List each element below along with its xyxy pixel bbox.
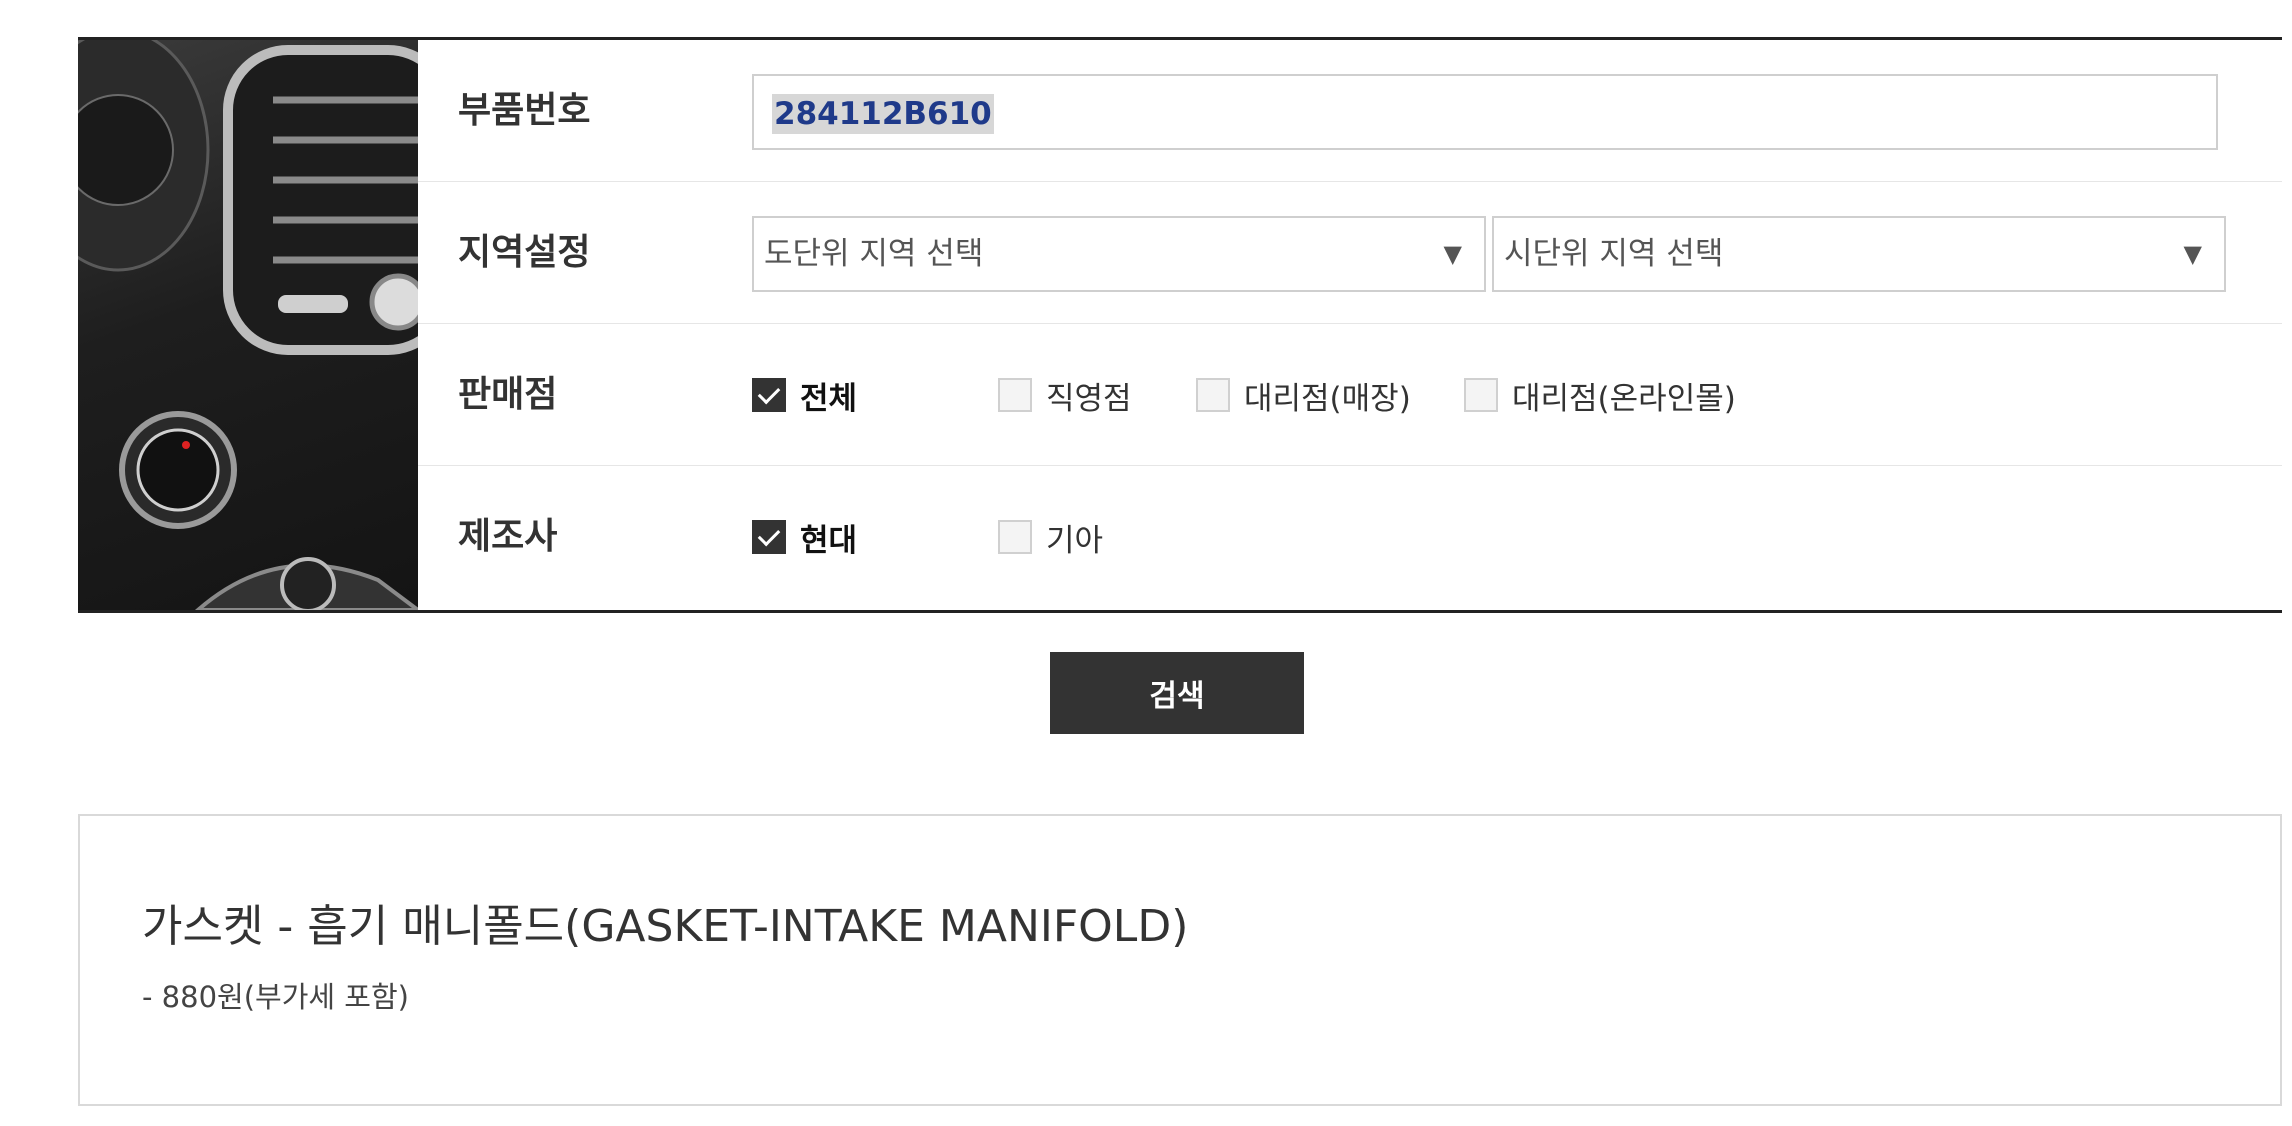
search-button[interactable]: 검색 <box>1050 652 1304 734</box>
dealer-option-label: 전체 <box>800 380 858 417</box>
row-region: 지역설정 도단위 지역 선택 ▼ 시단위 지역 선택 ▼ <box>418 182 2282 324</box>
checkbox-icon[interactable] <box>1464 378 1498 412</box>
manufacturer-option-label: 현대 <box>800 522 858 559</box>
row-part-number: 부품번호 284112B610 <box>418 40 2282 182</box>
checkbox-icon[interactable] <box>998 520 1032 554</box>
manufacturer-option-label: 기아 <box>1046 522 1104 559</box>
parts-search-panel: 부품번호 284112B610 지역설정 도단위 지역 선택 ▼ 시단위 지역 … <box>78 37 2282 613</box>
province-select[interactable]: 도단위 지역 선택 ▼ <box>752 216 1486 292</box>
checkbox-icon[interactable] <box>1196 378 1230 412</box>
dealer-option-label: 대리점(매장) <box>1244 380 1411 417</box>
dealer-option-agency-online[interactable]: 대리점(온라인몰) <box>1464 324 1736 466</box>
part-number-value: 284112B610 <box>772 94 994 134</box>
car-dashboard-illustration <box>78 40 418 610</box>
dealer-label: 판매점 <box>458 374 558 415</box>
part-number-label: 부품번호 <box>458 90 591 131</box>
checkbox-icon[interactable] <box>998 378 1032 412</box>
car-interior-image <box>78 40 418 610</box>
dealer-option-all[interactable]: 전체 <box>752 324 857 466</box>
province-select-value: 도단위 지역 선택 <box>764 236 984 272</box>
city-select-value: 시단위 지역 선택 <box>1504 236 1724 272</box>
row-dealer: 판매점 전체 직영점 대리점(매장) 대리점(온라인몰) <box>418 324 2282 466</box>
checkbox-checked-icon[interactable] <box>752 520 786 554</box>
city-select[interactable]: 시단위 지역 선택 ▼ <box>1492 216 2226 292</box>
checkbox-checked-icon[interactable] <box>752 378 786 412</box>
dealer-option-agency-store[interactable]: 대리점(매장) <box>1196 324 1411 466</box>
manufacturer-option-hyundai[interactable]: 현대 <box>752 466 857 608</box>
dealer-option-label: 직영점 <box>1046 380 1132 417</box>
manufacturer-label: 제조사 <box>458 516 558 557</box>
result-title: 가스켓 - 흡기 매니폴드(GASKET-INTAKE MANIFOLD) <box>142 901 1189 952</box>
result-price: - 880원(부가세 포함) <box>142 980 409 1014</box>
region-label: 지역설정 <box>458 232 591 273</box>
row-manufacturer: 제조사 현대 기아 <box>418 466 2282 608</box>
chevron-down-icon: ▼ <box>2183 240 2202 268</box>
dealer-option-direct[interactable]: 직영점 <box>998 324 1132 466</box>
result-box: 가스켓 - 흡기 매니폴드(GASKET-INTAKE MANIFOLD) - … <box>78 814 2282 1106</box>
manufacturer-option-kia[interactable]: 기아 <box>998 466 1103 608</box>
chevron-down-icon: ▼ <box>1443 240 1462 268</box>
search-form: 부품번호 284112B610 지역설정 도단위 지역 선택 ▼ 시단위 지역 … <box>418 40 2282 610</box>
dealer-option-label: 대리점(온라인몰) <box>1512 380 1736 417</box>
